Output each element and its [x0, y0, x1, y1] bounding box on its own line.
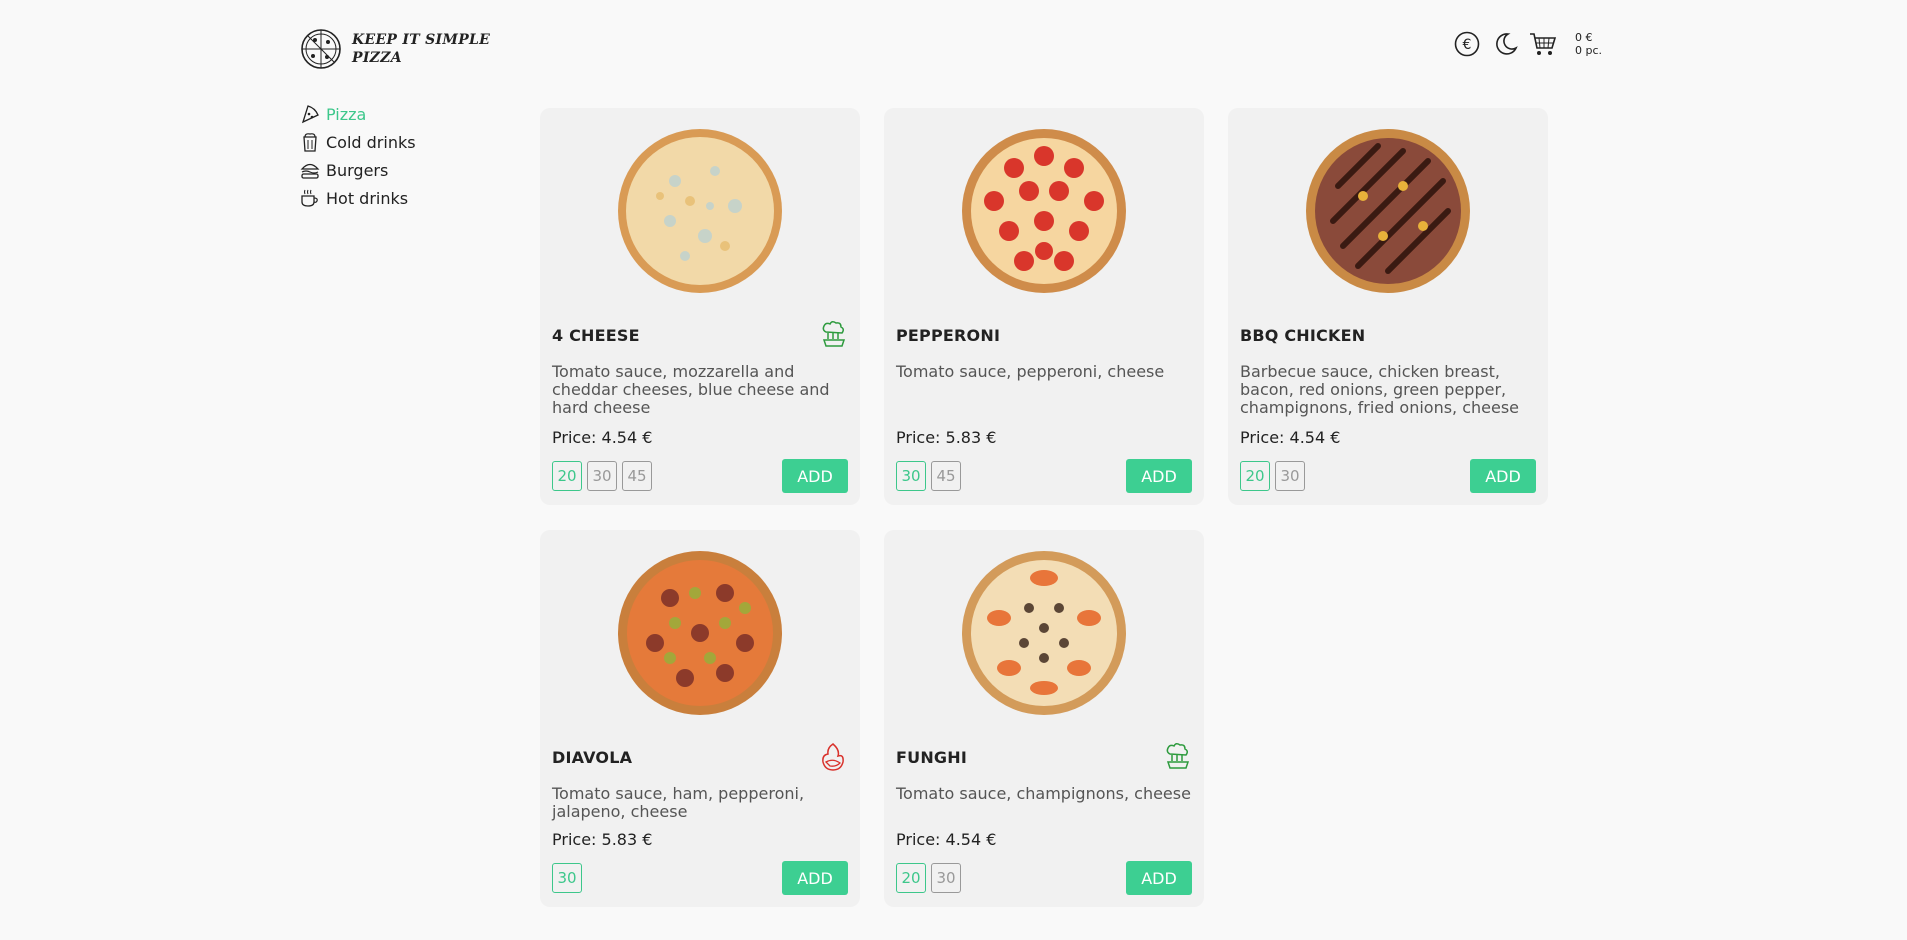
size-selector: 30 45: [896, 461, 961, 491]
product-title: DIAVOLA: [552, 748, 633, 767]
size-option[interactable]: 30: [552, 863, 582, 893]
cart-count: 0 pc.: [1575, 44, 1603, 57]
product-card: BBQ CHICKEN Barbecue sauce, chicken brea…: [1228, 108, 1548, 505]
pizza-pepperoni-image: [954, 121, 1134, 301]
size-selector: 30: [552, 863, 582, 893]
size-option[interactable]: 30: [931, 863, 961, 893]
header-tools: € 0 € 0 pc.: [1453, 30, 1602, 58]
sidebar-item-pizza[interactable]: Pizza: [300, 100, 470, 128]
add-to-cart-button[interactable]: ADD: [1126, 459, 1192, 493]
size-option[interactable]: 30: [1275, 461, 1305, 491]
logo-line-1: KEEP IT SIMPLE: [352, 32, 491, 48]
product-title: BBQ CHICKEN: [1240, 326, 1366, 345]
product-card: 4 CHEESE Tomato sauce, mozzarella and ch…: [540, 108, 860, 505]
size-selector: 20 30: [1240, 461, 1305, 491]
sidebar-item-cold-drinks[interactable]: Cold drinks: [300, 128, 470, 156]
logo[interactable]: KEEP IT SIMPLE PIZZA: [300, 28, 490, 70]
product-title: PEPPERONI: [896, 326, 1001, 345]
product-price: Price: 5.83 €: [552, 830, 653, 849]
product-card: PEPPERONI Tomato sauce, pepperoni, chees…: [884, 108, 1204, 505]
size-option[interactable]: 30: [896, 461, 926, 491]
currency-euro-icon[interactable]: €: [1453, 30, 1481, 58]
pizza-funghi-image: [954, 543, 1134, 723]
sidebar-item-label: Cold drinks: [326, 132, 416, 152]
svg-text:€: €: [1463, 37, 1472, 53]
pizza-bbq-chicken-image: [1298, 121, 1478, 301]
pizza-slice-icon: [300, 104, 320, 124]
add-to-cart-button[interactable]: ADD: [782, 861, 848, 895]
burger-icon: [300, 160, 320, 180]
size-option[interactable]: 30: [587, 461, 617, 491]
logo-text: KEEP IT SIMPLE PIZZA: [352, 31, 490, 67]
product-description: Barbecue sauce, chicken breast, bacon, r…: [1240, 362, 1520, 417]
pizza-4-cheese-image: [610, 121, 790, 301]
size-selector: 20 30: [896, 863, 961, 893]
pizza-diavola-image: [610, 543, 790, 723]
sidebar-item-label: Pizza: [326, 104, 367, 124]
cold-drink-icon: [300, 132, 320, 152]
logo-line-2: PIZZA: [352, 50, 402, 66]
sidebar-item-label: Hot drinks: [326, 188, 409, 208]
product-price: Price: 5.83 €: [896, 428, 997, 447]
sidebar-item-label: Burgers: [326, 160, 389, 180]
dark-mode-moon-icon[interactable]: [1491, 30, 1519, 58]
vegetarian-icon: [822, 320, 846, 347]
page: KEEP IT SIMPLE PIZZA € 0 € 0 pc. Pizza C…: [0, 0, 1907, 940]
size-option[interactable]: 20: [896, 863, 926, 893]
product-description: Tomato sauce, champignons, cheese: [896, 784, 1191, 803]
cart-total: 0 €: [1575, 31, 1593, 44]
product-title: 4 CHEESE: [552, 326, 640, 345]
spicy-icon: [822, 743, 844, 771]
product-card: FUNGHI Tomato sauce, champignons, cheese…: [884, 530, 1204, 907]
add-to-cart-button[interactable]: ADD: [1470, 459, 1536, 493]
sidebar-item-burgers[interactable]: Burgers: [300, 156, 470, 184]
add-to-cart-button[interactable]: ADD: [1126, 861, 1192, 895]
product-price: Price: 4.54 €: [552, 428, 653, 447]
product-description: Tomato sauce, pepperoni, cheese: [896, 362, 1165, 381]
vegetarian-icon: [1166, 742, 1190, 769]
product-title: FUNGHI: [896, 748, 967, 767]
product-price: Price: 4.54 €: [896, 830, 997, 849]
size-option[interactable]: 45: [622, 461, 652, 491]
add-to-cart-button[interactable]: ADD: [782, 459, 848, 493]
cart-summary[interactable]: 0 € 0 pc.: [1575, 31, 1602, 57]
category-sidebar: Pizza Cold drinks Burgers Hot drinks: [300, 100, 470, 212]
size-option[interactable]: 20: [552, 461, 582, 491]
hot-drink-icon: [300, 188, 320, 208]
pizza-logo-icon: [301, 29, 341, 69]
product-price: Price: 4.54 €: [1240, 428, 1341, 447]
sidebar-item-hot-drinks[interactable]: Hot drinks: [300, 184, 470, 212]
size-option[interactable]: 45: [931, 461, 961, 491]
product-description: Tomato sauce, mozzarella and cheddar che…: [552, 362, 830, 417]
product-description: Tomato sauce, ham, pepperoni, jalapeno, …: [552, 784, 805, 821]
size-selector: 20 30 45: [552, 461, 652, 491]
product-card: DIAVOLA Tomato sauce, ham, pepperoni, ja…: [540, 530, 860, 907]
shopping-cart-icon[interactable]: [1529, 30, 1557, 58]
size-option[interactable]: 20: [1240, 461, 1270, 491]
